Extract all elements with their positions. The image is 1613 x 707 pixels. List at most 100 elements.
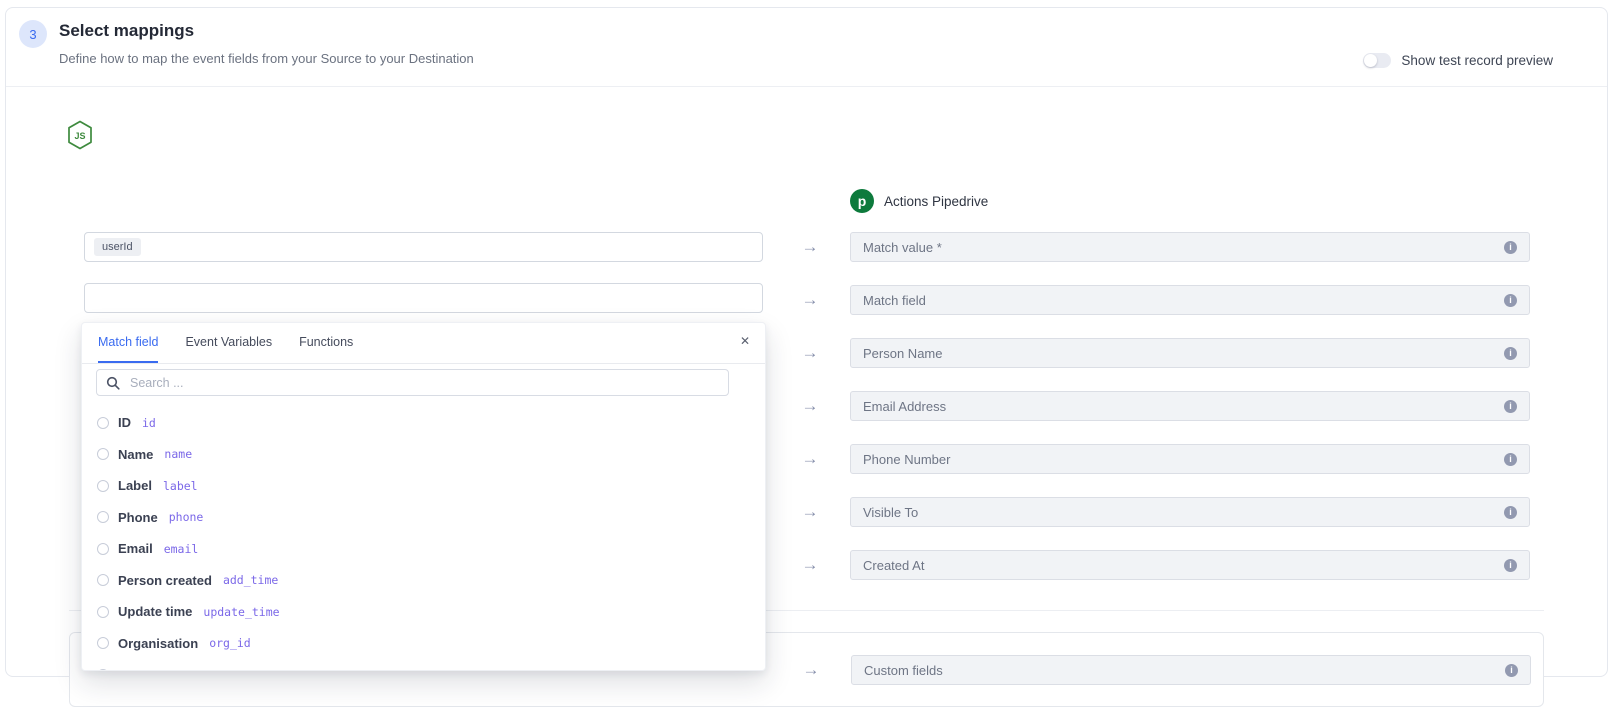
- field-option-phone[interactable]: Phone phone: [82, 502, 765, 534]
- custom-fields-field[interactable]: Custom fields i: [851, 655, 1531, 685]
- field-option-owner[interactable]: Owner owner_id: [82, 659, 765, 671]
- destination-field-label: Phone Number: [863, 452, 1504, 467]
- arrow-right-icon: →: [798, 497, 822, 527]
- radio-icon[interactable]: [97, 606, 109, 618]
- destination-field[interactable]: Phone Number i: [850, 444, 1530, 474]
- field-option-code: id: [142, 416, 156, 430]
- radio-icon[interactable]: [97, 511, 109, 523]
- info-icon[interactable]: i: [1505, 664, 1518, 677]
- field-picker-dropdown: Match field Event Variables Functions ✕ ID …: [81, 322, 766, 671]
- toggle-label: Show test record preview: [1401, 53, 1553, 68]
- field-option-organisation[interactable]: Organisation org_id: [82, 628, 765, 660]
- arrow-right-icon: →: [798, 550, 822, 580]
- arrow-right-icon: →: [799, 655, 823, 685]
- source-field-input-1[interactable]: userId: [84, 232, 763, 262]
- destination-app-label: Actions Pipedrive: [884, 194, 988, 209]
- search-icon: [106, 376, 120, 390]
- nodejs-icon: JS: [67, 120, 93, 155]
- radio-icon[interactable]: [97, 574, 109, 586]
- radio-icon[interactable]: [97, 480, 109, 492]
- mapping-row-phone-number: → Phone Number i: [850, 444, 1530, 474]
- info-icon[interactable]: i: [1504, 347, 1517, 360]
- field-option-code: name: [164, 447, 192, 461]
- destination-field-label: Match field: [863, 293, 1504, 308]
- mapping-row-match-value: → Match value * i: [850, 232, 1530, 262]
- destination-field[interactable]: Match value * i: [850, 232, 1530, 262]
- source-field-input-2[interactable]: [84, 283, 763, 313]
- select-mappings-panel: 3 Select mappings Define how to map the …: [5, 7, 1608, 677]
- field-option-code: org_id: [209, 636, 251, 650]
- mapping-row-person-name: → Person Name i: [850, 338, 1530, 368]
- info-icon[interactable]: i: [1504, 506, 1517, 519]
- destination-field-label: Email Address: [863, 399, 1504, 414]
- field-option-person-created[interactable]: Person created add_time: [82, 565, 765, 597]
- radio-icon[interactable]: [97, 448, 109, 460]
- destination-field-label: Match value *: [863, 240, 1504, 255]
- mapping-content: JS p Actions Pipedrive userId → Match va…: [6, 86, 1607, 676]
- field-option-label: Person created: [118, 573, 212, 588]
- field-option-label: Email: [118, 541, 153, 556]
- field-option-label: Owner: [118, 667, 158, 671]
- mapping-row-created-at: → Created At i: [850, 550, 1530, 580]
- info-icon[interactable]: i: [1504, 453, 1517, 466]
- panel-header: 3 Select mappings Define how to map the …: [6, 8, 1607, 87]
- tab-functions[interactable]: Functions: [299, 323, 353, 363]
- destination-field[interactable]: Created At i: [850, 550, 1530, 580]
- field-option-code: add_time: [223, 573, 278, 587]
- field-option-label: Name: [118, 447, 153, 462]
- field-option-id[interactable]: ID id: [82, 407, 765, 439]
- tab-match-field[interactable]: Match field: [98, 323, 158, 363]
- pipedrive-icon: p: [850, 189, 874, 213]
- arrow-right-icon: →: [798, 285, 822, 315]
- page-subtitle: Define how to map the event fields from …: [59, 51, 474, 66]
- mapping-row-match-field: → Match field i: [850, 285, 1530, 315]
- search-input[interactable]: [128, 375, 719, 391]
- destination-field[interactable]: Visible To i: [850, 497, 1530, 527]
- field-option-label: ID: [118, 415, 131, 430]
- arrow-right-icon: →: [798, 338, 822, 368]
- destination-field[interactable]: Match field i: [850, 285, 1530, 315]
- field-option-label: Organisation: [118, 636, 198, 651]
- field-option-label: Update time: [118, 604, 192, 619]
- field-option-code: owner_id: [169, 668, 224, 671]
- mapped-variable-chip[interactable]: userId: [94, 238, 141, 256]
- show-test-record-preview-toggle[interactable]: Show test record preview: [1363, 53, 1553, 68]
- field-option-email[interactable]: Email email: [82, 533, 765, 565]
- field-options-list: ID id Name name Label label Phone phone …: [82, 407, 765, 671]
- info-icon[interactable]: i: [1504, 559, 1517, 572]
- close-icon[interactable]: ✕: [740, 334, 750, 348]
- destination-field-label: Person Name: [863, 346, 1504, 361]
- field-option-code: update_time: [203, 605, 279, 619]
- destination-field[interactable]: Email Address i: [850, 391, 1530, 421]
- field-option-code: phone: [169, 510, 204, 524]
- radio-icon[interactable]: [97, 417, 109, 429]
- field-option-code: label: [163, 479, 198, 493]
- toggle-switch-icon[interactable]: [1363, 53, 1391, 68]
- info-icon[interactable]: i: [1504, 294, 1517, 307]
- field-option-label: Label: [118, 478, 152, 493]
- info-icon[interactable]: i: [1504, 241, 1517, 254]
- field-option-name[interactable]: Name name: [82, 439, 765, 471]
- destination-field-label: Created At: [863, 558, 1504, 573]
- mapping-row-visible-to: → Visible To i: [850, 497, 1530, 527]
- svg-text:JS: JS: [74, 131, 85, 141]
- tab-event-variables[interactable]: Event Variables: [185, 323, 272, 363]
- destination-field-label: Visible To: [863, 505, 1504, 520]
- radio-icon[interactable]: [97, 543, 109, 555]
- field-option-label[interactable]: Label label: [82, 470, 765, 502]
- field-option-code: email: [164, 542, 199, 556]
- radio-icon[interactable]: [97, 637, 109, 649]
- custom-fields-row: → Custom fields i: [851, 655, 1531, 685]
- search-box[interactable]: [96, 369, 729, 396]
- field-option-update-time[interactable]: Update time update_time: [82, 596, 765, 628]
- arrow-right-icon: →: [798, 444, 822, 474]
- destination-field[interactable]: Person Name i: [850, 338, 1530, 368]
- destination-field-label: Custom fields: [864, 663, 1505, 678]
- destination-app-header: p Actions Pipedrive: [850, 189, 988, 213]
- mapping-row-email-address: → Email Address i: [850, 391, 1530, 421]
- arrow-right-icon: →: [798, 391, 822, 421]
- dropdown-tabs: Match field Event Variables Functions ✕: [82, 323, 765, 364]
- info-icon[interactable]: i: [1504, 400, 1517, 413]
- arrow-right-icon: →: [798, 232, 822, 262]
- radio-icon[interactable]: [97, 669, 109, 671]
